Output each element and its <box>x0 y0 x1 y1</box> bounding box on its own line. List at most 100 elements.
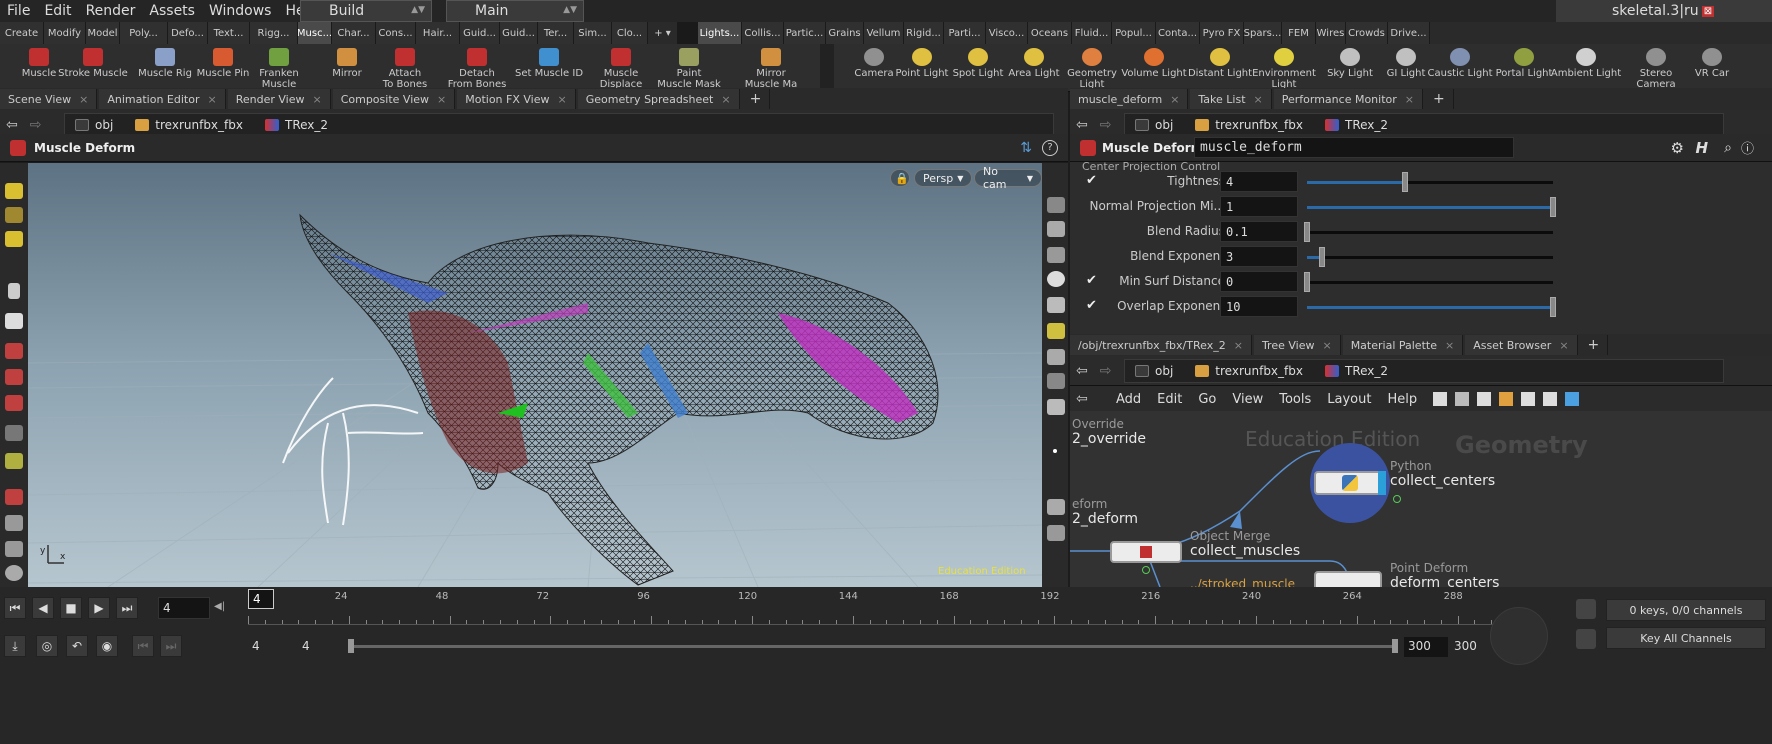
parameter-value-field[interactable]: 4 <box>1220 171 1298 192</box>
node-deform[interactable]: 2_deform <box>1072 511 1138 527</box>
shelf-tab[interactable]: Rigg... <box>250 22 298 44</box>
node-override[interactable]: 2_override <box>1072 431 1146 447</box>
menu-render[interactable]: Render <box>79 3 143 19</box>
shelf-tab[interactable]: Text... <box>208 22 250 44</box>
node-name-field[interactable]: muscle_deform <box>1194 137 1514 158</box>
pane-tab[interactable]: Geometry Spreadsheet × <box>577 89 740 109</box>
menu-file[interactable]: File <box>0 3 37 19</box>
network-menu-item[interactable]: Layout <box>1327 392 1371 407</box>
stop-icon[interactable]: ■ <box>60 597 82 619</box>
gear-icon[interactable]: ⚙ <box>1671 139 1684 157</box>
shelf-tab[interactable]: Char... <box>332 22 376 44</box>
breadcrumb-net[interactable]: trexrunfbx_fbx <box>1195 364 1303 378</box>
shelf-tab[interactable]: Sim... <box>574 22 612 44</box>
shelf-tab[interactable]: Wires <box>1316 22 1346 44</box>
menu-edit[interactable]: Edit <box>37 3 78 19</box>
shelf-tab[interactable]: Conta... <box>1156 22 1200 44</box>
network-menu-item[interactable]: View <box>1232 392 1263 407</box>
node-deform-centers[interactable]: deform_centers <box>1390 575 1499 587</box>
pane-tab[interactable]: Take List × <box>1190 89 1272 109</box>
parameter-slider[interactable] <box>1307 297 1556 317</box>
close-icon[interactable]: × <box>1234 339 1243 352</box>
keys-channels-button[interactable]: 0 keys, 0/0 channels <box>1606 599 1766 621</box>
audio-icon[interactable]: ◎ <box>36 635 58 657</box>
select-objects-icon[interactable] <box>5 207 23 223</box>
tree-icon[interactable] <box>1455 392 1470 406</box>
pane-tab[interactable]: Render View × <box>227 89 331 109</box>
parameter-slider[interactable] <box>1304 222 1553 242</box>
shelf-tool[interactable]: Area Light <box>1004 44 1064 92</box>
shelf-tool[interactable]: Distant Light <box>1188 44 1252 92</box>
range-start-handle[interactable] <box>348 639 354 653</box>
realtime-icon[interactable]: ⤓ <box>4 635 26 657</box>
timeline-ruler[interactable]: 24 48 72 96 120 144 168 192 216 240 264 288 <box>248 591 1509 625</box>
parameter-value-field[interactable]: 10 <box>1220 296 1298 317</box>
close-icon[interactable]: × <box>1445 339 1454 352</box>
shelf-tool[interactable]: Caustic Light <box>1428 44 1493 92</box>
network-menu-item[interactable]: Go <box>1198 392 1216 407</box>
breadcrumb-node[interactable]: TRex_2 <box>1324 118 1388 132</box>
output-connector[interactable] <box>1393 495 1401 503</box>
shelf-tab[interactable]: Visco... <box>986 22 1028 44</box>
breadcrumb-net[interactable]: trexrunfbx_fbx <box>135 118 243 132</box>
step-last-icon[interactable]: ⏭ <box>160 635 182 657</box>
close-icon[interactable]: × <box>558 93 567 106</box>
parameter-value-field[interactable]: 3 <box>1220 246 1298 267</box>
range-end[interactable]: 300 <box>1454 639 1477 653</box>
node-collect-muscles[interactable]: collect_muscles <box>1190 543 1300 559</box>
parameter-slider[interactable] <box>1307 197 1556 217</box>
shelf-tab[interactable]: Poly... <box>120 22 168 44</box>
breadcrumb-obj[interactable]: obj <box>75 118 113 132</box>
step-first-icon[interactable]: ⏮ <box>132 635 154 657</box>
transform-icon[interactable] <box>5 343 23 359</box>
step-back-icon[interactable]: ◀| <box>214 601 225 612</box>
frame-cursor[interactable]: 4 <box>248 589 274 609</box>
slider-knob[interactable] <box>1304 222 1310 242</box>
playback-start[interactable]: 4 <box>302 639 310 653</box>
add-tab-icon[interactable]: + <box>1580 335 1609 355</box>
list-icon[interactable] <box>1477 392 1492 406</box>
shelf-tool[interactable]: Ambient Light <box>1551 44 1621 92</box>
close-icon[interactable]: × <box>1170 93 1179 106</box>
camera-menu[interactable]: No cam ▼ <box>974 165 1042 191</box>
info-icon[interactable]: ⓘ <box>1741 138 1754 157</box>
range-slider[interactable] <box>348 639 1398 653</box>
pane-tab[interactable]: Material Palette × <box>1342 335 1464 355</box>
add-shelf-icon[interactable]: + ▾ <box>648 22 678 44</box>
checkbox[interactable]: ✔ <box>1086 298 1097 313</box>
parameter-slider[interactable] <box>1307 172 1553 192</box>
shelf-tab[interactable]: Hair... <box>416 22 460 44</box>
note-icon[interactable] <box>1543 392 1558 406</box>
pane-tab[interactable]: Animation Editor × <box>99 89 226 109</box>
persp-menu[interactable]: Persp ▼ <box>914 169 973 187</box>
shelf-tab[interactable]: Pyro FX <box>1200 22 1244 44</box>
shelf-tab[interactable]: Cons... <box>376 22 416 44</box>
slider-knob[interactable] <box>1304 272 1310 292</box>
shelf-tab[interactable]: Collis... <box>742 22 784 44</box>
menu-windows[interactable]: Windows <box>202 3 279 19</box>
close-icon[interactable]: × <box>437 93 446 106</box>
shelf-tool[interactable]: Sky Light <box>1320 44 1380 92</box>
frame-field[interactable]: 4 <box>158 597 210 619</box>
light-icon[interactable] <box>1047 247 1065 263</box>
lock-icon[interactable] <box>5 313 23 329</box>
shelf-tool[interactable]: Stereo Camera <box>1626 44 1686 92</box>
shelf-tab[interactable]: Guid... <box>460 22 500 44</box>
shelf-tab[interactable]: Clo... <box>612 22 648 44</box>
wrench-icon[interactable] <box>1433 392 1448 406</box>
pane-tab[interactable]: Composite View × <box>332 89 456 109</box>
shelf-tab[interactable]: Ter... <box>538 22 574 44</box>
lock-camera-icon[interactable]: 🔒 <box>890 169 910 187</box>
shelf-tab[interactable]: Guid... <box>500 22 538 44</box>
checkbox[interactable]: ✔ <box>1086 173 1097 188</box>
back-arrow-icon[interactable]: ⇦ <box>1076 363 1088 379</box>
back-arrow-icon[interactable]: ⇦ <box>6 117 18 133</box>
pane-tab[interactable]: Motion FX View × <box>457 89 576 109</box>
shelf-tab[interactable]: Partic... <box>784 22 826 44</box>
point-deform-node[interactable] <box>1314 571 1382 587</box>
hda-icon[interactable]: H <box>1695 139 1708 157</box>
shelf-tab[interactable]: Parti... <box>944 22 986 44</box>
loop-icon[interactable]: ↶ <box>66 635 88 657</box>
display-icon[interactable] <box>1047 197 1065 213</box>
desktop-dropdown[interactable]: Build ▲▼ <box>300 0 432 22</box>
